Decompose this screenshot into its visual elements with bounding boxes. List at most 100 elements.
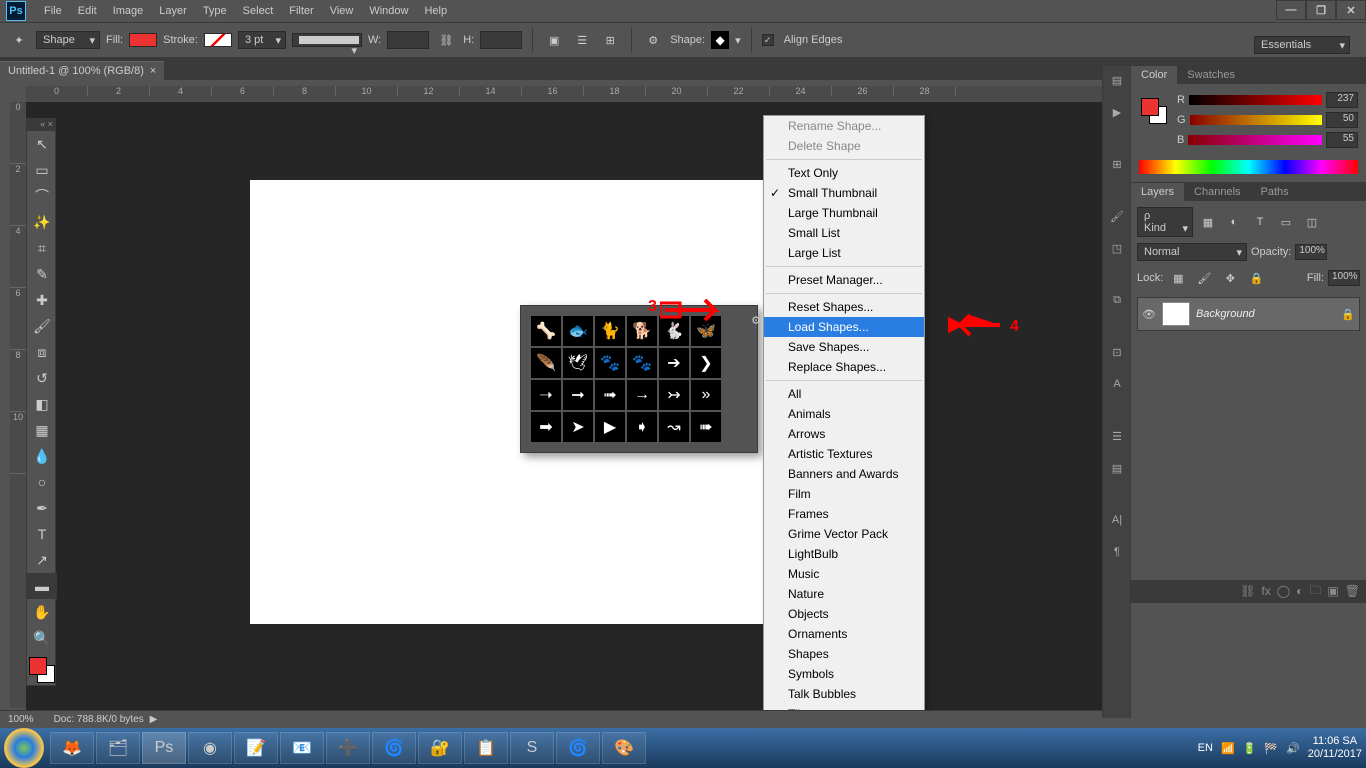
taskbar-app5-icon[interactable]: 🌀	[556, 732, 600, 764]
shape-picker-gear-icon[interactable]: ⚙	[751, 314, 761, 327]
tray-network-icon[interactable]: 📶	[1221, 742, 1235, 755]
properties-panel-icon[interactable]: ⊞	[1103, 150, 1131, 178]
lock-paint-icon[interactable]: 🖌	[1193, 267, 1215, 289]
ctx-load-shapes-[interactable]: Load Shapes...	[764, 317, 924, 337]
taskbar-app3-icon[interactable]: 🔐	[418, 732, 462, 764]
shape-cell-1[interactable]: 🐟	[563, 316, 593, 346]
channels-tab[interactable]: Channels	[1184, 183, 1250, 201]
workspace-dropdown[interactable]: Essentials	[1254, 36, 1350, 54]
swatches-tab[interactable]: Swatches	[1177, 66, 1245, 84]
history-panel-icon[interactable]: ▤	[1103, 66, 1131, 94]
gear-icon[interactable]: ⚙	[642, 29, 664, 51]
link-wh-icon[interactable]: ⛓	[435, 29, 457, 51]
shape-tool[interactable]: ▬	[27, 573, 57, 599]
menu-window[interactable]: Window	[361, 2, 416, 20]
layers-tab[interactable]: Layers	[1131, 183, 1184, 201]
taskbar-explorer-icon[interactable]: 🗂	[96, 732, 140, 764]
taskbar-firefox-icon[interactable]: 🦊	[50, 732, 94, 764]
g-slider[interactable]	[1190, 115, 1322, 125]
ctx-preset-manager-[interactable]: Preset Manager...	[764, 270, 924, 290]
shape-cell-9[interactable]: 🐾	[627, 348, 657, 378]
lock-trans-icon[interactable]: ▦	[1167, 267, 1189, 289]
color-spectrum[interactable]	[1139, 160, 1358, 174]
ctx-small-thumbnail[interactable]: Small Thumbnail	[764, 183, 924, 203]
char-style-icon[interactable]: A|	[1103, 506, 1131, 534]
align-edges-checkbox[interactable]: ✓	[762, 34, 774, 46]
taskbar-app4-icon[interactable]: 📋	[464, 732, 508, 764]
menu-edit[interactable]: Edit	[70, 2, 105, 20]
menu-file[interactable]: File	[36, 2, 70, 20]
ctx-animals[interactable]: Animals	[764, 404, 924, 424]
menu-image[interactable]: Image	[105, 2, 152, 20]
shape-cell-16[interactable]: ↣	[659, 380, 689, 410]
ctx-talk-bubbles[interactable]: Talk Bubbles	[764, 684, 924, 704]
taskbar-chrome-icon[interactable]: ◉	[188, 732, 232, 764]
visibility-icon[interactable]: 👁	[1142, 308, 1156, 321]
fill-swatch[interactable]	[129, 33, 157, 47]
taskbar-notepad-icon[interactable]: 📝	[234, 732, 278, 764]
shape-preset-dropdown[interactable]	[711, 31, 729, 49]
lock-pos-icon[interactable]: ✥	[1219, 267, 1241, 289]
shape-cell-6[interactable]: 🪶	[531, 348, 561, 378]
blur-tool[interactable]: 💧	[27, 443, 57, 469]
document-tab[interactable]: Untitled-1 @ 100% (RGB/8) ×	[0, 61, 164, 80]
r-slider[interactable]	[1189, 95, 1322, 105]
shape-cell-3[interactable]: 🐕	[627, 316, 657, 346]
ctx-small-list[interactable]: Small List	[764, 223, 924, 243]
ctx-shapes[interactable]: Shapes	[764, 644, 924, 664]
menu-filter[interactable]: Filter	[281, 2, 321, 20]
actions-panel-icon[interactable]: ▶	[1103, 98, 1131, 126]
ctx-lightbulb[interactable]: LightBulb	[764, 544, 924, 564]
opacity-value[interactable]: 100%	[1295, 244, 1327, 260]
lasso-tool[interactable]: ⌒	[27, 183, 57, 209]
width-field[interactable]	[387, 31, 429, 49]
close-button[interactable]: ✕	[1336, 0, 1366, 20]
taskbar-outlook-icon[interactable]: 📧	[280, 732, 324, 764]
wand-tool[interactable]: ✨	[27, 209, 57, 235]
shape-cell-14[interactable]: ➟	[595, 380, 625, 410]
ctx-all[interactable]: All	[764, 384, 924, 404]
shape-cell-19[interactable]: ➤	[563, 412, 593, 442]
dodge-tool[interactable]: ○	[27, 469, 57, 495]
link-layers-icon[interactable]: ⛓	[1240, 584, 1255, 598]
filter-adjust-icon[interactable]: ◐	[1223, 211, 1245, 233]
path-op-2-icon[interactable]: ☰	[571, 29, 593, 51]
path-op-1-icon[interactable]: ▣	[543, 29, 565, 51]
delete-layer-icon[interactable]: 🗑	[1345, 584, 1360, 598]
stamp-tool[interactable]: ⧈	[27, 339, 57, 365]
filter-pixel-icon[interactable]: ▦	[1197, 211, 1219, 233]
start-button[interactable]	[4, 728, 44, 768]
shape-cell-21[interactable]: ➧	[627, 412, 657, 442]
stroke-style-dropdown[interactable]	[292, 33, 362, 47]
g-value[interactable]: 50	[1326, 112, 1358, 128]
menu-type[interactable]: Type	[195, 2, 235, 20]
clone-source-icon[interactable]: ⧉	[1103, 286, 1131, 314]
document-tab-close-icon[interactable]: ×	[150, 65, 156, 77]
shape-cell-18[interactable]: ➡	[531, 412, 561, 442]
shape-cell-0[interactable]: 🦴	[531, 316, 561, 346]
crop-tool[interactable]: ⌗	[27, 235, 57, 261]
brush-presets-icon[interactable]: ◳	[1103, 234, 1131, 262]
taskbar-skype-icon[interactable]: S	[510, 732, 554, 764]
blend-mode-dropdown[interactable]: Normal	[1137, 243, 1247, 261]
b-value[interactable]: 55	[1326, 132, 1358, 148]
taskbar-app1-icon[interactable]: ➕	[326, 732, 370, 764]
taskbar-app2-icon[interactable]: 🌀	[372, 732, 416, 764]
paths-tab[interactable]: Paths	[1251, 183, 1299, 201]
panel-icon-b[interactable]: ▤	[1103, 454, 1131, 482]
layer-thumbnail[interactable]	[1162, 302, 1190, 326]
ctx-artistic-textures[interactable]: Artistic Textures	[764, 444, 924, 464]
brush-panel-icon[interactable]: 🖌	[1103, 202, 1131, 230]
shape-cell-12[interactable]: ➝	[531, 380, 561, 410]
hand-tool[interactable]: ✋	[27, 599, 57, 625]
tray-battery-icon[interactable]: 🔋	[1243, 742, 1257, 755]
type-tool[interactable]: T	[27, 521, 57, 547]
r-value[interactable]: 237	[1326, 92, 1358, 108]
shape-cell-10[interactable]: ➔	[659, 348, 689, 378]
shape-cell-20[interactable]: ▶	[595, 412, 625, 442]
stroke-swatch[interactable]	[204, 33, 232, 47]
shape-cell-22[interactable]: ↝	[659, 412, 689, 442]
adjustment-icon[interactable]: ◐	[1296, 584, 1303, 598]
ctx-music[interactable]: Music	[764, 564, 924, 584]
zoom-tool[interactable]: 🔍	[27, 625, 57, 651]
